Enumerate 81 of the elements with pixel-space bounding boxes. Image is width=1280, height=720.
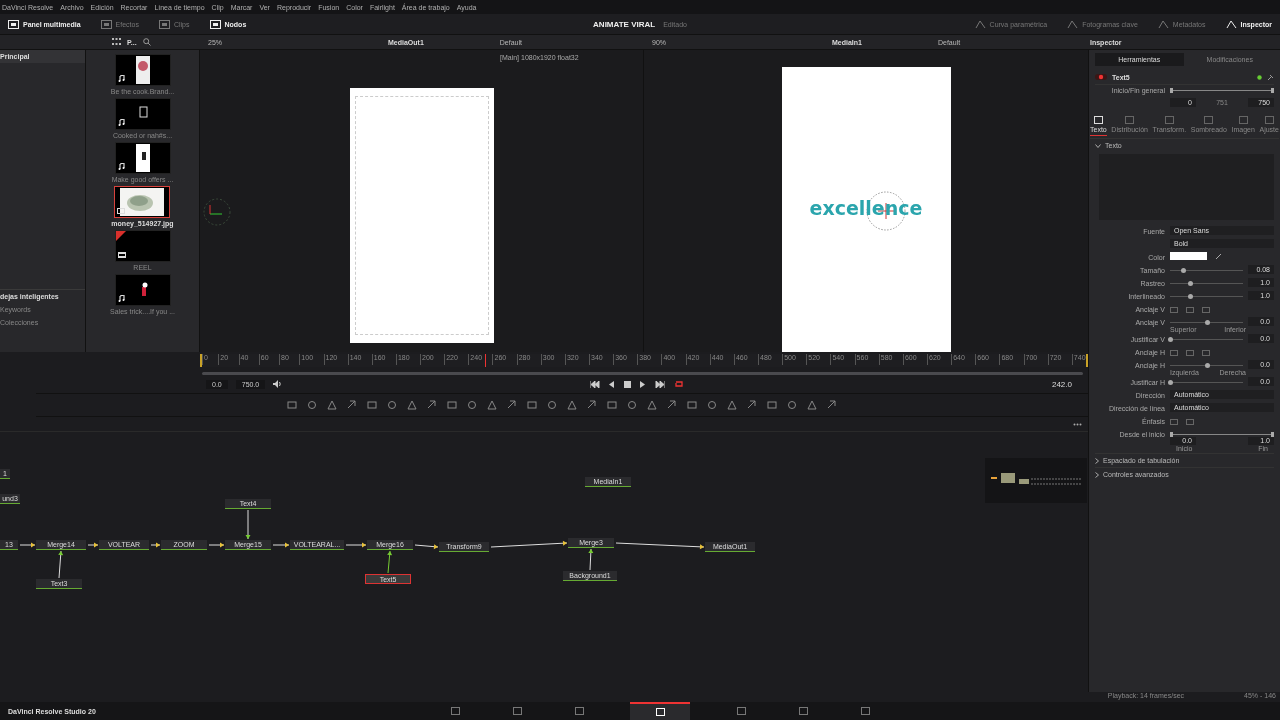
page-icon	[512, 707, 522, 715]
tool-icon[interactable]	[347, 400, 357, 410]
page-icon	[450, 707, 460, 715]
transform-gizmo-icon	[202, 197, 232, 227]
tool-icon[interactable]	[587, 400, 597, 410]
connector-line	[58, 550, 64, 579]
tab-icon	[1125, 116, 1135, 124]
color-swatch[interactable]	[1170, 252, 1207, 260]
page-tab[interactable]	[630, 702, 690, 720]
alignment-icon[interactable]	[1170, 419, 1178, 425]
slider-thumb[interactable]	[1168, 380, 1173, 385]
page-icon	[655, 708, 665, 716]
clip-thumbnail[interactable]	[114, 98, 171, 130]
alignment-icon[interactable]	[1202, 307, 1210, 313]
tab-icon	[1164, 116, 1174, 124]
more-icon[interactable]	[1073, 422, 1082, 426]
page-icon	[736, 707, 746, 715]
tab-icon	[1238, 116, 1248, 124]
connector-line	[387, 550, 393, 574]
tool-icon[interactable]	[747, 400, 757, 410]
connector-line	[272, 542, 290, 548]
page-icon	[798, 707, 808, 715]
timeline-icon	[117, 252, 126, 258]
skip-back-icon[interactable]	[590, 380, 601, 388]
alignment-icon[interactable]	[1186, 350, 1194, 356]
alignment-icon[interactable]	[1186, 307, 1194, 313]
reverse-icon[interactable]	[609, 380, 616, 388]
range-fill[interactable]	[1170, 432, 1274, 437]
page-icon	[860, 707, 870, 715]
chevron-down-icon[interactable]	[1095, 143, 1101, 148]
connector-line	[208, 542, 225, 548]
range-fill[interactable]	[1170, 88, 1274, 93]
clip-thumbnail[interactable]	[114, 186, 171, 218]
audio-icon	[117, 75, 125, 82]
minimap[interactable]	[985, 458, 1087, 503]
connector-line	[87, 542, 99, 548]
project-title: ANIMATE VIRAL	[593, 19, 656, 29]
connector-line	[588, 548, 594, 571]
slider-thumb[interactable]	[1204, 363, 1210, 368]
image-icon	[117, 208, 126, 214]
audio-icon	[117, 163, 125, 170]
search-icon[interactable]	[142, 38, 151, 46]
tab-icon	[1204, 116, 1214, 124]
slider-thumb[interactable]	[1181, 268, 1187, 273]
tool-icon[interactable]	[507, 400, 517, 410]
tool-icon[interactable]	[667, 400, 677, 410]
connector-line	[150, 542, 161, 548]
slider-thumb[interactable]	[1204, 320, 1210, 325]
page-icon	[574, 707, 584, 715]
audio-icon	[117, 295, 125, 302]
clip-thumbnail[interactable]	[114, 274, 171, 306]
stop-icon[interactable]	[624, 380, 632, 388]
status-dot-icon[interactable]	[1257, 74, 1262, 80]
tool-icon[interactable]	[427, 400, 437, 410]
overlay-text: excellence	[809, 197, 923, 219]
connector-line	[345, 542, 367, 548]
audio-icon	[117, 119, 125, 126]
eyedropper-icon[interactable]	[1215, 252, 1222, 260]
play-icon[interactable]	[640, 380, 647, 388]
current-time: 242.0	[1051, 379, 1072, 389]
tool-icon[interactable]	[827, 400, 837, 410]
clip-thumbnail[interactable]	[114, 230, 171, 262]
alignment-icon[interactable]	[1170, 350, 1178, 356]
speaker-icon[interactable]	[273, 380, 283, 388]
alignment-icon[interactable]	[1170, 307, 1178, 313]
skip-forward-icon[interactable]	[655, 380, 666, 388]
connector-line	[19, 542, 36, 548]
clip-thumbnail[interactable]	[114, 142, 171, 174]
tab-icon	[1093, 116, 1103, 124]
alignment-icon[interactable]	[1202, 350, 1210, 356]
tab-icon	[1264, 116, 1274, 124]
alignment-icon[interactable]	[1186, 419, 1194, 425]
toggle-icon[interactable]	[1095, 74, 1107, 80]
slider-thumb[interactable]	[1187, 294, 1193, 299]
slider-thumb[interactable]	[1187, 281, 1193, 286]
grid-icon[interactable]	[112, 38, 121, 46]
loop-icon[interactable]	[674, 380, 685, 388]
connector-line	[245, 509, 251, 540]
clip-thumbnail[interactable]	[114, 54, 171, 86]
connector-line	[414, 544, 439, 550]
slider-thumb[interactable]	[1168, 337, 1173, 342]
